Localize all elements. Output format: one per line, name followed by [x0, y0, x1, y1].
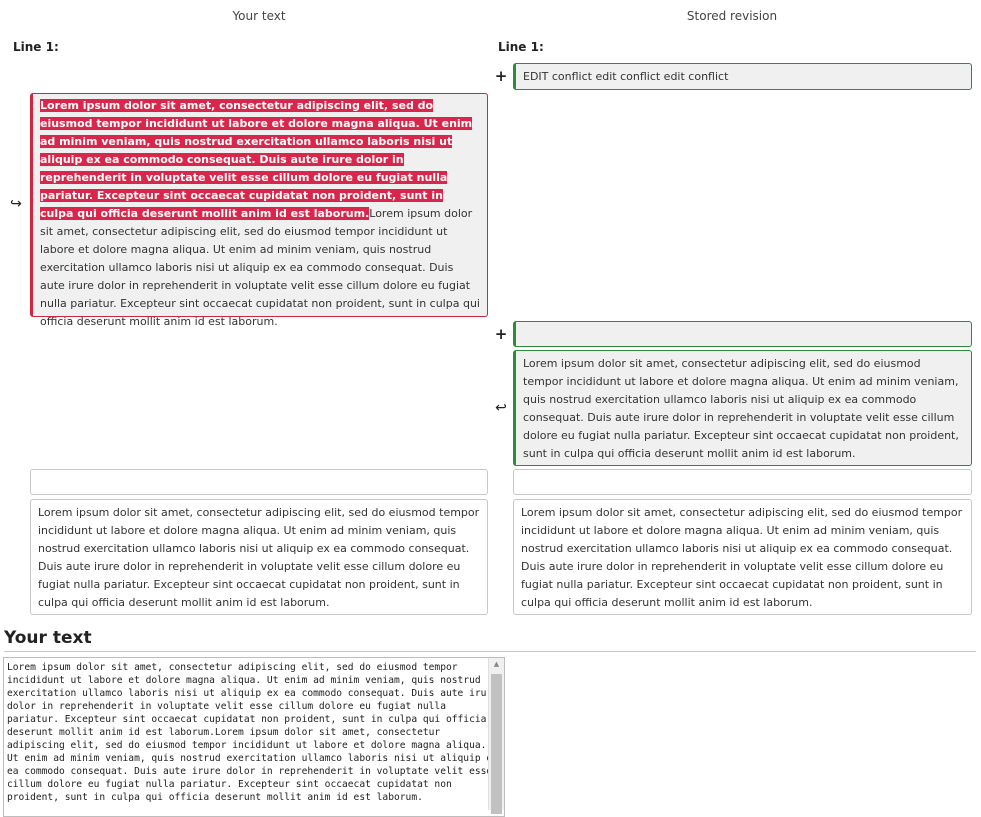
removed-text-highlight: Lorem ipsum dolor sit amet, consectetur …: [40, 99, 473, 220]
section-divider: [4, 651, 976, 652]
added-plus-icon: +: [494, 67, 508, 85]
added-line-box: EDIT conflict edit conflict edit conflic…: [513, 63, 972, 90]
left-line-label: Line 1:: [13, 40, 59, 54]
removed-text-rest: Lorem ipsum dolor sit amet, consectetur …: [40, 207, 480, 328]
right-empty-line-box: [513, 469, 972, 495]
your-text-section-title: Your text: [4, 628, 92, 648]
right-context-paragraph: Lorem ipsum dolor sit amet, consectetur …: [513, 499, 972, 615]
removed-paragraph-box: Lorem ipsum dolor sit amet, consectetur …: [30, 93, 488, 328]
your-text-column-heading: Your text: [232, 9, 286, 23]
added-paragraph-box: Lorem ipsum dolor sit amet, consectetur …: [513, 350, 972, 466]
your-text-editor[interactable]: Lorem ipsum dolor sit amet, consectetur …: [3, 657, 505, 817]
added-empty-plus-icon: +: [494, 325, 508, 343]
editor-scroll-thumb[interactable]: [491, 674, 502, 814]
moved-paragraph-return-icon: ↩: [495, 400, 507, 416]
left-empty-line-box: [30, 469, 488, 495]
moved-paragraph-icon: ↪: [10, 196, 22, 212]
editor-scrollbar[interactable]: ▲: [488, 658, 504, 814]
stored-revision-column-heading: Stored revision: [686, 9, 778, 23]
scroll-up-arrow-icon[interactable]: ▲: [489, 658, 504, 670]
added-empty-line-box: [513, 321, 972, 347]
left-context-paragraph: Lorem ipsum dolor sit amet, consectetur …: [30, 499, 488, 615]
right-line-label: Line 1:: [498, 40, 544, 54]
